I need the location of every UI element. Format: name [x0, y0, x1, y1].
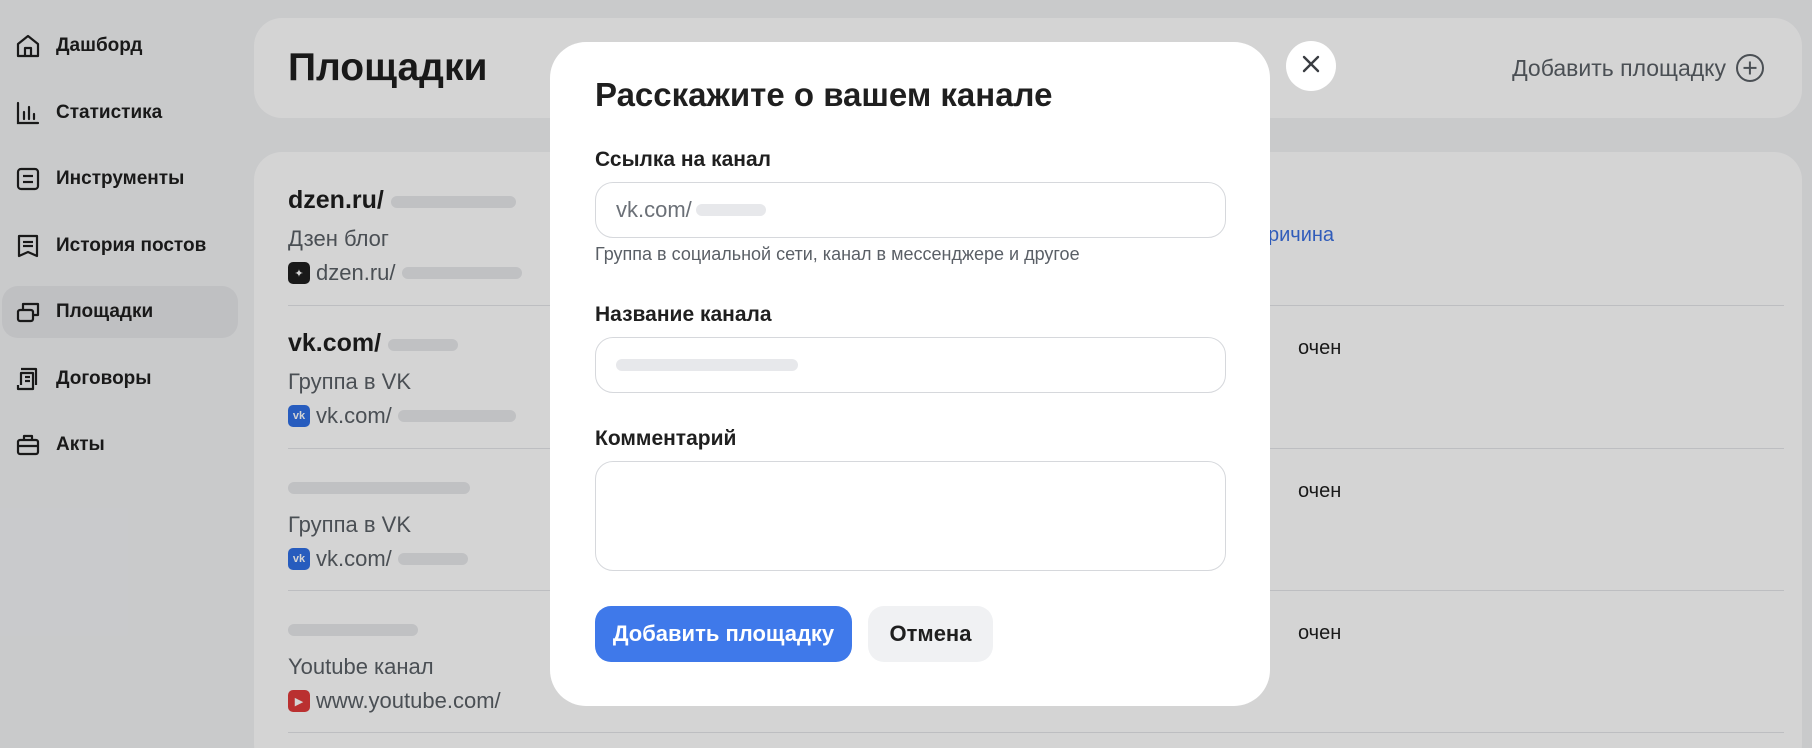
dialog-title: Расскажите о вашем канале — [595, 76, 1053, 113]
channel-name-label: Название канала — [595, 303, 772, 326]
blurred-text — [695, 204, 766, 216]
channel-link-value: vk.com/ — [616, 197, 692, 222]
channel-name-input[interactable] — [595, 337, 1226, 393]
comment-label: Комментарий — [595, 427, 737, 450]
cancel-button[interactable]: Отмена — [868, 606, 993, 662]
close-dialog-button[interactable] — [1286, 41, 1336, 91]
comment-textarea[interactable] — [595, 461, 1226, 571]
channel-link-hint: Группа в социальной сети, канал в мессен… — [595, 244, 1080, 264]
blurred-text — [616, 359, 798, 371]
add-platform-button[interactable]: Добавить площадку — [595, 606, 852, 662]
add-platform-dialog: Расскажите о вашем канале Ссылка на кана… — [550, 42, 1270, 706]
channel-link-label: Ссылка на канал — [595, 148, 771, 171]
channel-link-input[interactable]: vk.com/ — [595, 182, 1226, 238]
close-icon — [1300, 53, 1322, 80]
